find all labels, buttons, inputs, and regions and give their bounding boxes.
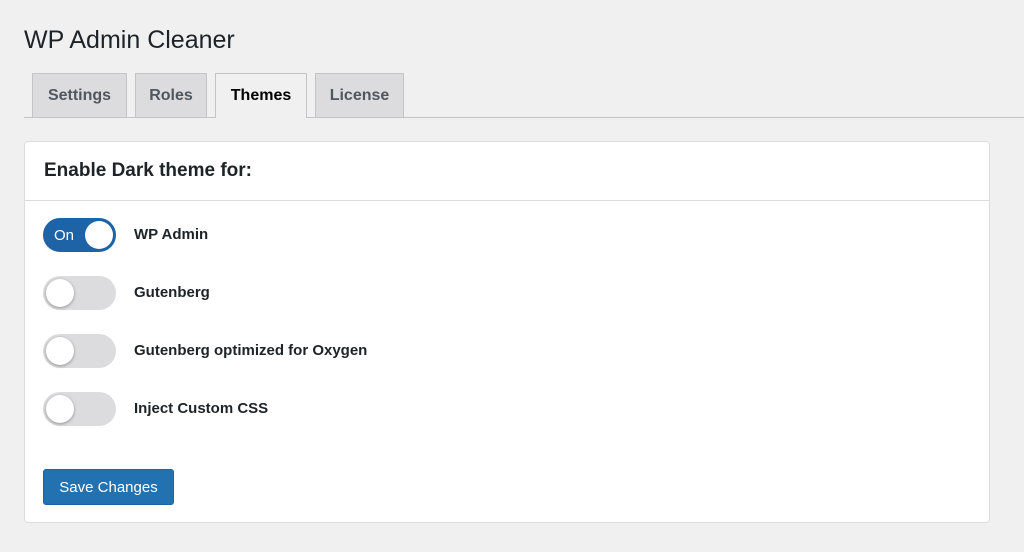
tab-roles[interactable]: Roles (135, 73, 207, 117)
page-title: WP Admin Cleaner (24, 26, 235, 54)
gutenberg-oxygen-toggle[interactable] (43, 334, 116, 368)
toggle-on-text: On (54, 227, 75, 244)
custom-css-label: Inject Custom CSS (134, 400, 269, 417)
tab-settings[interactable]: Settings (32, 73, 127, 117)
option-row-gutenberg: Gutenberg (43, 276, 367, 334)
panel-header: Enable Dark theme for: (25, 142, 989, 201)
tab-themes[interactable]: Themes (215, 73, 307, 118)
wp-admin-toggle[interactable]: On (43, 218, 116, 252)
custom-css-toggle[interactable] (43, 392, 116, 426)
gutenberg-toggle[interactable] (43, 276, 116, 310)
gutenberg-oxygen-label: Gutenberg optimized for Oxygen (134, 342, 368, 359)
panel-title: Enable Dark theme for: (44, 160, 252, 181)
save-changes-button[interactable]: Save Changes (43, 469, 174, 505)
toggle-knob (46, 279, 74, 307)
themes-panel: Enable Dark theme for: On WP Admin Guten… (24, 141, 990, 523)
gutenberg-label: Gutenberg (134, 284, 210, 301)
option-row-wp-admin: On WP Admin (43, 218, 367, 276)
wp-admin-label: WP Admin (134, 226, 209, 243)
toggle-knob (46, 337, 74, 365)
options-list: On WP Admin Gutenberg Gutenberg optimize… (43, 218, 367, 450)
option-row-gutenberg-oxygen: Gutenberg optimized for Oxygen (43, 334, 367, 392)
tab-bar: Settings Roles Themes License (24, 73, 1024, 118)
option-row-custom-css: Inject Custom CSS (43, 392, 367, 450)
tab-license[interactable]: License (315, 73, 404, 117)
toggle-knob (85, 221, 113, 249)
toggle-knob (46, 395, 74, 423)
